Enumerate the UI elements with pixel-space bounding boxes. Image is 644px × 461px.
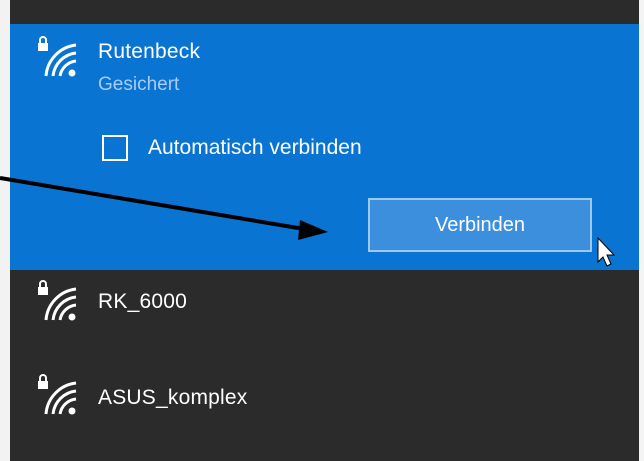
wifi-secured-icon bbox=[38, 280, 77, 321]
network-ssid: ASUS_komplex bbox=[98, 386, 248, 409]
wifi-secured-icon bbox=[38, 36, 77, 77]
right-border bbox=[639, 0, 644, 461]
connect-button[interactable]: Verbinden bbox=[368, 198, 592, 252]
network-ssid: RK_6000 bbox=[98, 290, 187, 313]
wifi-secured-icon bbox=[38, 374, 77, 415]
left-border bbox=[0, 0, 10, 461]
wifi-network-flyout: Rutenbeck Gesichert Automatisch verbinde… bbox=[0, 0, 644, 461]
auto-connect-checkbox[interactable] bbox=[102, 135, 128, 161]
auto-connect-label: Automatisch verbinden bbox=[148, 136, 362, 159]
network-security-status: Gesichert bbox=[98, 74, 180, 95]
network-item-selected[interactable]: Rutenbeck Gesichert Automatisch verbinde… bbox=[10, 24, 639, 270]
network-item[interactable]: RK_6000 bbox=[10, 270, 639, 356]
network-item[interactable]: ASUS_komplex bbox=[10, 357, 639, 461]
network-ssid: Rutenbeck bbox=[98, 40, 201, 63]
previous-list-item[interactable] bbox=[10, 0, 639, 24]
